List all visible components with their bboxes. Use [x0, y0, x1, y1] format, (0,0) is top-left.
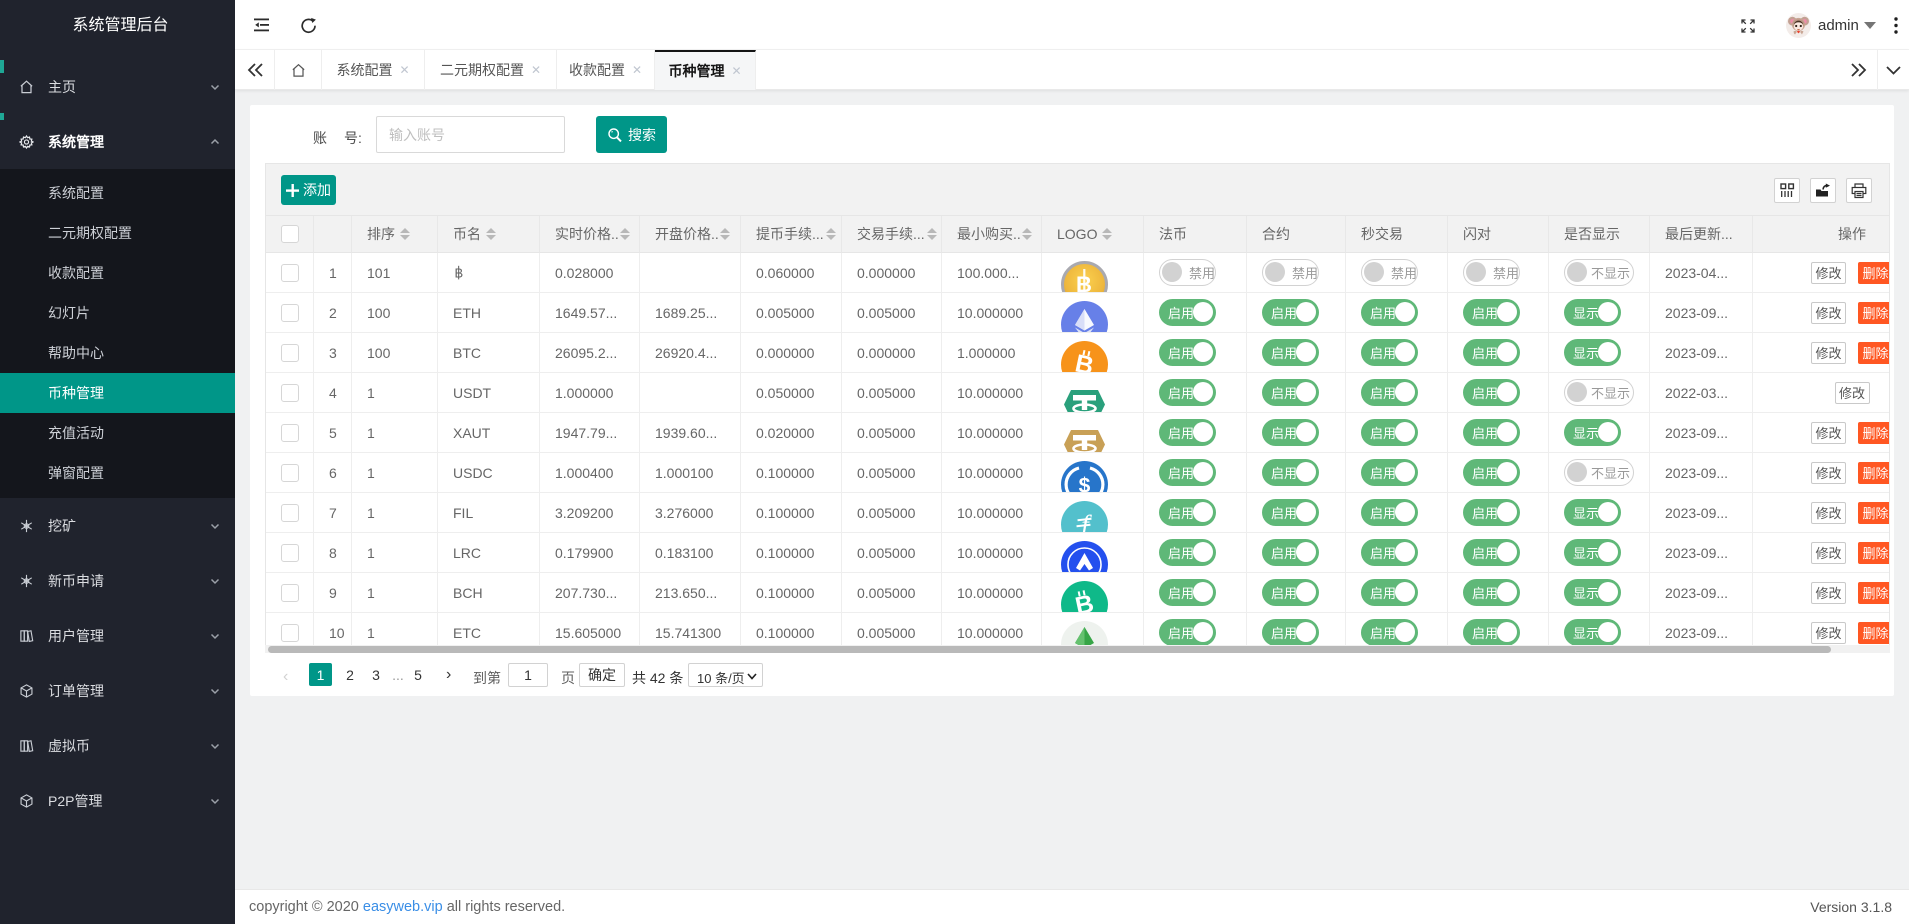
svg-text:$: $ [1079, 475, 1091, 494]
svg-text:f: f [1081, 510, 1092, 533]
